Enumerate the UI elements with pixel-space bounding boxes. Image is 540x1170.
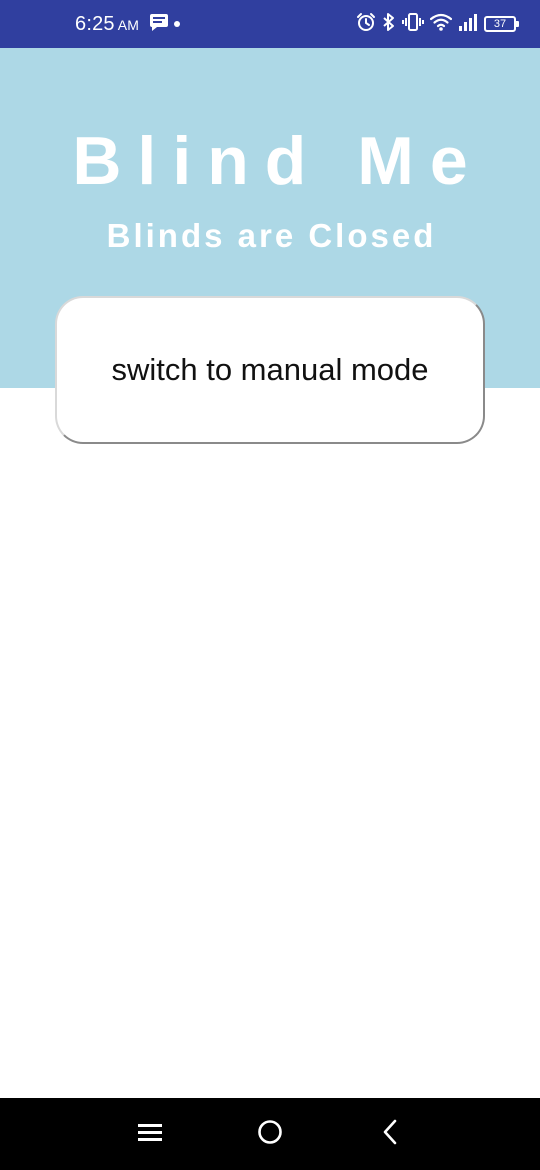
battery-level: 37: [493, 17, 507, 30]
status-bar: 6:25 AM 37: [0, 0, 540, 48]
wifi-icon: [429, 12, 453, 36]
home-button[interactable]: [250, 1116, 290, 1152]
blinds-status: Blinds are Closed: [106, 217, 437, 254]
message-icon: [149, 13, 169, 35]
back-button[interactable]: [370, 1116, 410, 1152]
back-icon: [382, 1119, 398, 1149]
system-icons: 37: [356, 12, 519, 36]
notification-icons: [149, 14, 180, 34]
switch-mode-button[interactable]: switch to manual mode: [55, 296, 485, 444]
app-title: Blind Me: [72, 123, 484, 199]
navigation-bar: [0, 1098, 540, 1170]
vibrate-icon: [402, 12, 424, 36]
menu-icon: [138, 1122, 162, 1146]
signal-icon: [458, 12, 478, 36]
status-time: 6:25 AM: [75, 13, 139, 36]
bluetooth-icon: [382, 12, 396, 36]
clock-time: 6:25: [75, 13, 115, 35]
clock-ampm: AM: [117, 17, 140, 33]
notification-dot-icon: [174, 21, 180, 27]
home-icon: [257, 1119, 283, 1149]
recent-apps-button[interactable]: [130, 1116, 170, 1152]
battery-icon: 37: [484, 16, 519, 32]
alarm-icon: [356, 12, 376, 36]
